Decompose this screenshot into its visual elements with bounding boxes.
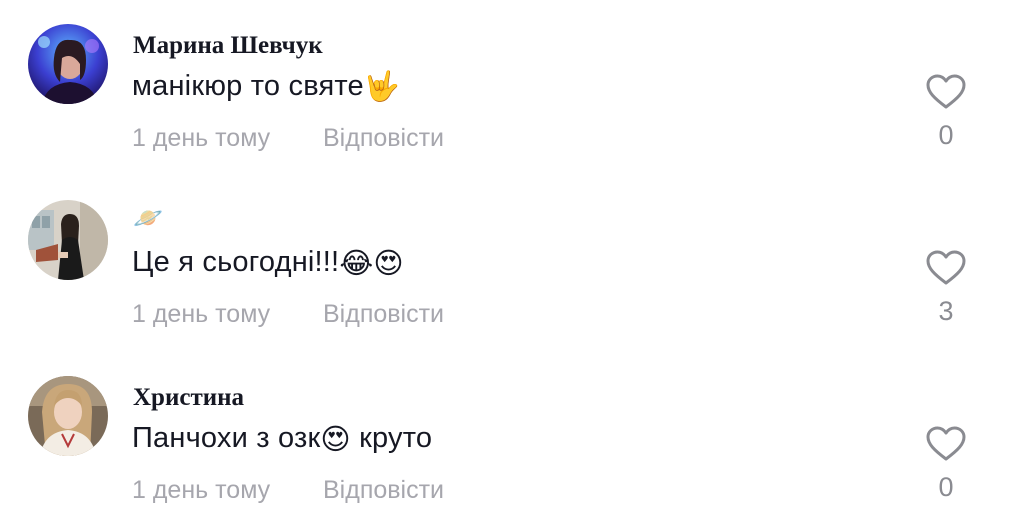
reply-button[interactable]: Відповісти (323, 476, 444, 505)
comment-text: Це я сьогодні!!!😂😍 (132, 246, 404, 281)
comment-meta: 1 день тому Відповісти (132, 124, 444, 153)
emoji: 😂😍 (339, 248, 404, 280)
avatar[interactable] (28, 376, 108, 456)
comment-item: 🪐 Це я сьогодні!!!😂😍 1 день тому Відпові… (0, 176, 1020, 352)
like-button[interactable] (926, 74, 966, 110)
reply-button[interactable]: Відповісти (323, 300, 444, 329)
emoji: 🤟 (363, 71, 401, 104)
reply-button[interactable]: Відповісти (323, 124, 444, 153)
comment-item: Марина Шевчук манікюр то святе🤟 1 день т… (0, 0, 1020, 176)
comment-time: 1 день тому (132, 476, 271, 504)
emoji: 😍 (320, 424, 351, 456)
like-count: 0 (938, 472, 954, 502)
comment-text: Панчохи з озк😍 круто (132, 422, 432, 457)
comment-meta: 1 день тому Відповісти (132, 476, 444, 505)
avatar-image (28, 376, 108, 456)
avatar-image (28, 24, 108, 104)
like-count: 3 (938, 296, 954, 326)
like-count: 0 (938, 120, 954, 150)
avatar[interactable] (28, 200, 108, 280)
comment-text-tail: круто (350, 422, 433, 455)
comment-item: Христина Панчохи з озк😍 круто 1 день том… (0, 352, 1020, 528)
comment-time: 1 день тому (132, 124, 271, 152)
comment-username[interactable]: 🪐 (133, 204, 163, 233)
comment-username[interactable]: Христина (133, 384, 244, 412)
comment-text-body: Це я сьогодні!!! (132, 246, 340, 279)
heart-icon (926, 250, 966, 285)
comment-text-body: манікюр то святе (132, 70, 364, 102)
comment-text-body: Панчохи з озк (132, 422, 321, 455)
comment-meta: 1 день тому Відповісти (132, 300, 444, 329)
comment-username[interactable]: Марина Шевчук (133, 32, 323, 60)
avatar[interactable] (28, 24, 108, 104)
comment-text: манікюр то святе🤟 (132, 70, 400, 104)
heart-icon (926, 74, 966, 109)
like-button[interactable] (926, 250, 966, 286)
comment-time: 1 день тому (132, 300, 271, 328)
heart-icon (926, 426, 966, 461)
avatar-image (28, 200, 108, 280)
like-button[interactable] (926, 426, 966, 462)
